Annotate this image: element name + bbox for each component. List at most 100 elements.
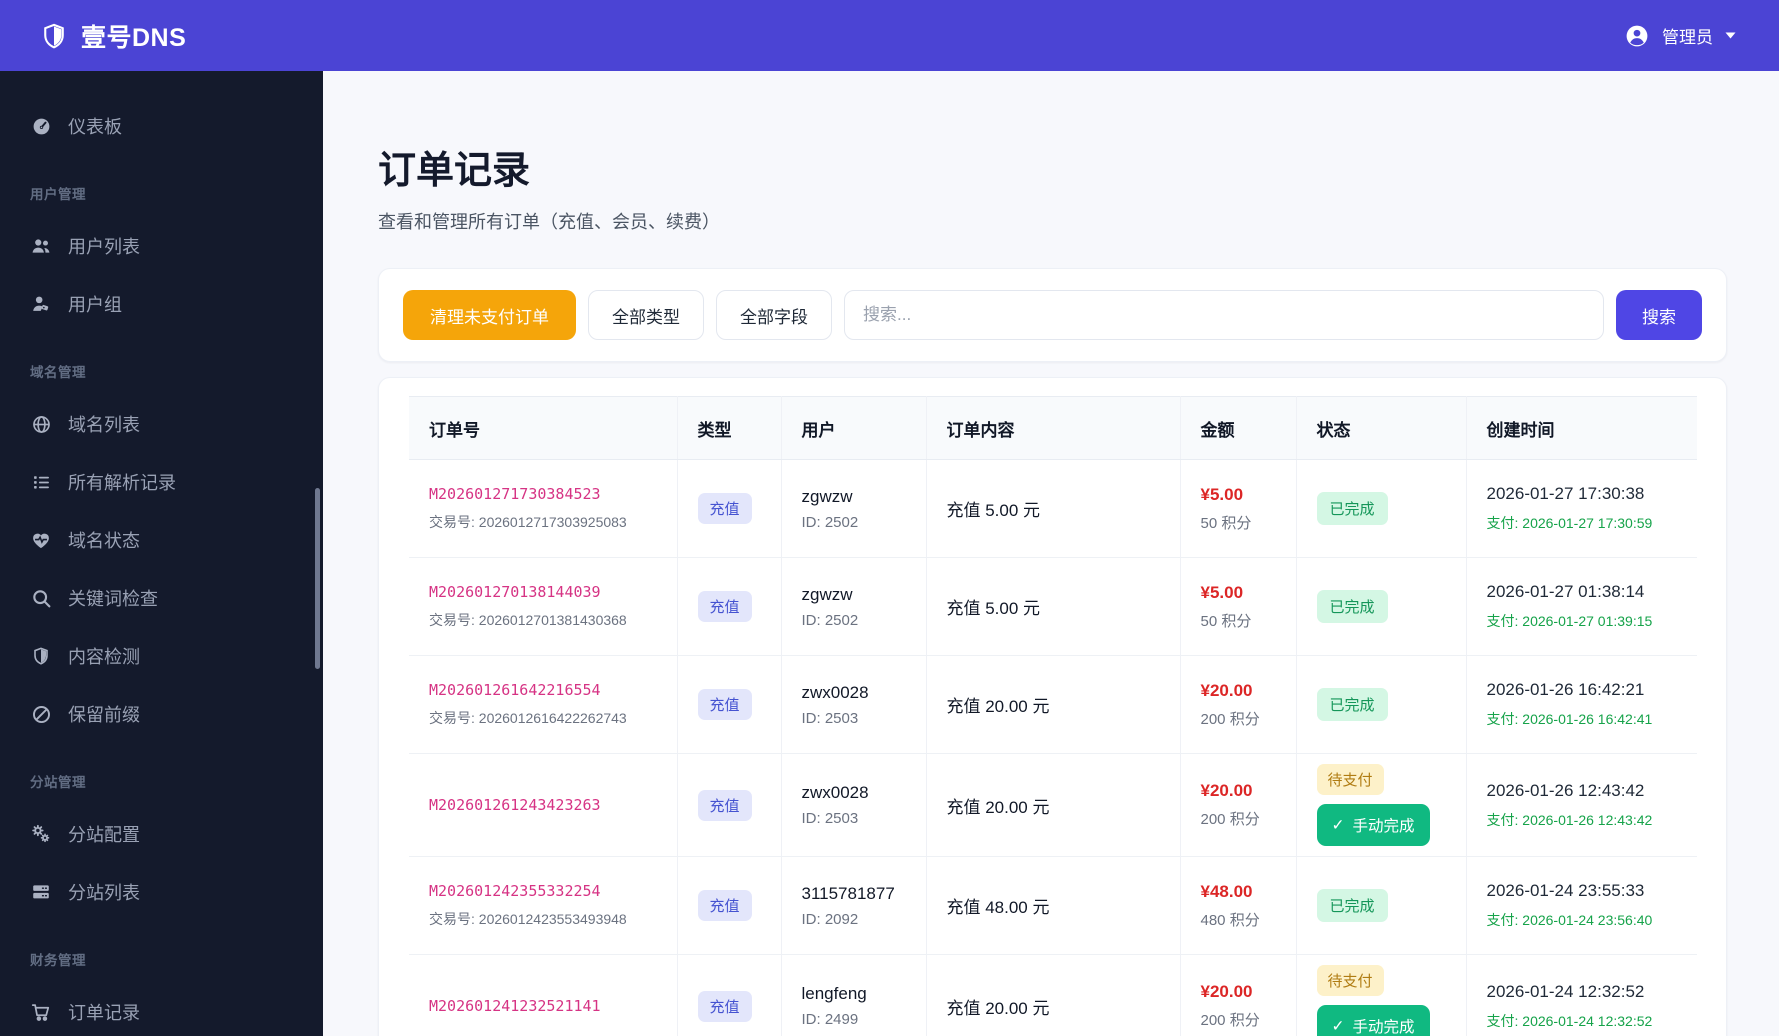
chevron-down-icon bbox=[1725, 32, 1736, 39]
table-row: M202601261243423263 充值 zwx0028 ID: 2503 … bbox=[409, 753, 1697, 857]
created-cell: 2026-01-27 01:38:14 支付: 2026-01-27 01:39… bbox=[1466, 557, 1697, 656]
sidebar-item-label: 用户组 bbox=[68, 295, 122, 315]
status-badge: 已完成 bbox=[1316, 688, 1388, 721]
amount-cell: ¥5.00 50 积分 bbox=[1180, 459, 1297, 558]
created-cell: 2026-01-26 12:43:42 支付: 2026-01-26 12:43… bbox=[1466, 753, 1697, 857]
dashboard-icon bbox=[30, 115, 52, 137]
sidebar-item-user-group[interactable]: 用户组 bbox=[0, 275, 323, 333]
sidebar-item-reserved-prefix[interactable]: 保留前缀 bbox=[0, 685, 323, 743]
sidebar-item-dashboard[interactable]: 仪表板 bbox=[0, 97, 323, 155]
sidebar-section-domain-mgmt: 域名管理 bbox=[30, 365, 86, 380]
points-value: 50 积分 bbox=[1200, 514, 1252, 532]
points-value: 200 积分 bbox=[1200, 710, 1260, 728]
sidebar-item-keyword-check[interactable]: 关键词检查 bbox=[0, 569, 323, 627]
status-cell: 已完成 bbox=[1296, 557, 1467, 656]
user-name: 3115781877 bbox=[801, 883, 895, 903]
col-header-amount: 金额 bbox=[1180, 396, 1297, 460]
user-cell: lengfeng ID: 2499 bbox=[781, 954, 927, 1036]
manual-complete-label: 手动完成 bbox=[1352, 818, 1415, 835]
type-badge: 充值 bbox=[697, 493, 752, 524]
sidebar-section-finance-mgmt: 财务管理 bbox=[30, 953, 86, 968]
user-tag-icon bbox=[30, 293, 52, 315]
search-button[interactable]: 搜索 bbox=[1616, 290, 1702, 340]
created-cell: 2026-01-24 23:55:33 支付: 2026-01-24 23:56… bbox=[1466, 856, 1697, 955]
sidebar-item-subsite-config[interactable]: 分站配置 bbox=[0, 805, 323, 863]
status-cell: 已完成 bbox=[1296, 655, 1467, 754]
manual-complete-label: 手动完成 bbox=[1352, 1019, 1415, 1036]
type-filter-select[interactable]: 全部类型 bbox=[588, 290, 704, 340]
status-badge: 待支付 bbox=[1316, 965, 1384, 996]
points-value: 480 积分 bbox=[1200, 911, 1260, 929]
status-cell: 已完成 bbox=[1296, 459, 1467, 558]
sidebar-item-dns-records[interactable]: 所有解析记录 bbox=[0, 453, 323, 511]
sidebar-item-user-list[interactable]: 用户列表 bbox=[0, 217, 323, 275]
created-cell: 2026-01-24 12:32:52 支付: 2026-01-24 12:32… bbox=[1466, 954, 1697, 1036]
order-number-link[interactable]: M202601261642216554 bbox=[429, 681, 657, 699]
amount-value: ¥5.00 bbox=[1200, 582, 1244, 602]
order-number-link[interactable]: M202601242355332254 bbox=[429, 882, 657, 900]
col-header-type: 类型 bbox=[677, 396, 782, 460]
user-name-label: 管理员 bbox=[1662, 28, 1713, 47]
type-cell: 充值 bbox=[677, 557, 782, 656]
content-cell: 充值 5.00 元 bbox=[926, 459, 1181, 558]
content-cell: 充值 20.00 元 bbox=[926, 954, 1181, 1036]
sidebar-item-subsite-list[interactable]: 分站列表 bbox=[0, 863, 323, 921]
sidebar-item-domain-status[interactable]: 域名状态 bbox=[0, 511, 323, 569]
sidebar-scrollbar[interactable] bbox=[315, 488, 320, 669]
user-name: zwx0028 bbox=[801, 783, 869, 802]
status-cell: 已完成 bbox=[1296, 856, 1467, 955]
paid-time: 支付: 2026-01-24 23:56:40 bbox=[1486, 912, 1653, 928]
order-cell: M202601241232521141 bbox=[409, 954, 678, 1036]
points-value: 50 积分 bbox=[1200, 612, 1252, 630]
user-id: ID: 2502 bbox=[801, 611, 859, 629]
order-number-link[interactable]: M202601270138144039 bbox=[429, 583, 657, 601]
page-title: 订单记录 bbox=[378, 150, 531, 192]
clean-unpaid-orders-button[interactable]: 清理未支付订单 bbox=[403, 290, 576, 340]
status-badge: 已完成 bbox=[1316, 492, 1388, 525]
filter-toolbar: 清理未支付订单 全部类型 全部字段 搜索 bbox=[378, 268, 1727, 362]
users-icon bbox=[30, 235, 52, 257]
user-name: zgwzw bbox=[801, 486, 853, 506]
table-header-row: 订单号 类型 用户 订单内容 金额 状态 创建时间 bbox=[409, 396, 1697, 460]
type-cell: 充值 bbox=[677, 459, 782, 558]
order-cell: M202601261642216554 交易号: 202601261642226… bbox=[409, 655, 678, 754]
sidebar-item-label: 域名列表 bbox=[68, 415, 140, 435]
sidebar-item-label: 所有解析记录 bbox=[68, 473, 176, 493]
points-value: 200 积分 bbox=[1200, 811, 1260, 828]
user-id: ID: 2503 bbox=[801, 709, 859, 727]
transaction-number: 交易号: 2026012423553493948 bbox=[429, 911, 627, 927]
shield-logo-icon bbox=[40, 22, 68, 50]
order-number-link[interactable]: M202601241232521141 bbox=[429, 997, 657, 1015]
user-name: lengfeng bbox=[801, 984, 867, 1003]
search-input[interactable] bbox=[844, 290, 1604, 340]
gears-icon bbox=[30, 823, 52, 845]
paid-time: 支付: 2026-01-26 16:42:41 bbox=[1486, 711, 1653, 727]
order-cell: M202601261243423263 bbox=[409, 753, 678, 857]
order-number-link[interactable]: M202601271730384523 bbox=[429, 485, 657, 503]
amount-value: ¥20.00 bbox=[1200, 781, 1253, 800]
orders-table-card: 订单号 类型 用户 订单内容 金额 状态 创建时间 M2026012717303… bbox=[378, 377, 1727, 1036]
server-icon bbox=[30, 881, 52, 903]
cart-icon bbox=[30, 1001, 52, 1023]
sidebar-item-label: 保留前缀 bbox=[68, 705, 140, 725]
sidebar-item-domain-list[interactable]: 域名列表 bbox=[0, 395, 323, 453]
manual-complete-button[interactable]: ✓ 手动完成 bbox=[1316, 804, 1430, 846]
page-subtitle: 查看和管理所有订单（充值、会员、续费） bbox=[378, 212, 720, 232]
check-icon: ✓ bbox=[1331, 1017, 1345, 1035]
paid-time: 支付: 2026-01-24 12:32:52 bbox=[1486, 1012, 1653, 1029]
status-badge: 已完成 bbox=[1316, 590, 1388, 623]
brand: 壹号DNS bbox=[40, 18, 186, 54]
created-cell: 2026-01-27 17:30:38 支付: 2026-01-27 17:30… bbox=[1466, 459, 1697, 558]
user-name: zgwzw bbox=[801, 584, 853, 604]
amount-cell: ¥20.00 200 积分 bbox=[1180, 753, 1297, 857]
top-header: 壹号DNS 管理员 bbox=[0, 0, 1779, 71]
transaction-number: 交易号: 2026012701381430368 bbox=[429, 612, 627, 628]
manual-complete-button[interactable]: ✓ 手动完成 bbox=[1316, 1005, 1430, 1036]
field-filter-select[interactable]: 全部字段 bbox=[716, 290, 832, 340]
user-menu[interactable]: 管理员 bbox=[1624, 23, 1736, 49]
sidebar-item-content-check[interactable]: 内容检测 bbox=[0, 627, 323, 685]
paid-time: 支付: 2026-01-26 12:43:42 bbox=[1486, 811, 1653, 828]
sidebar-item-order-records[interactable]: 订单记录 bbox=[0, 983, 323, 1036]
order-number-link[interactable]: M202601261243423263 bbox=[429, 796, 657, 814]
amount-value: ¥20.00 bbox=[1200, 982, 1253, 1001]
